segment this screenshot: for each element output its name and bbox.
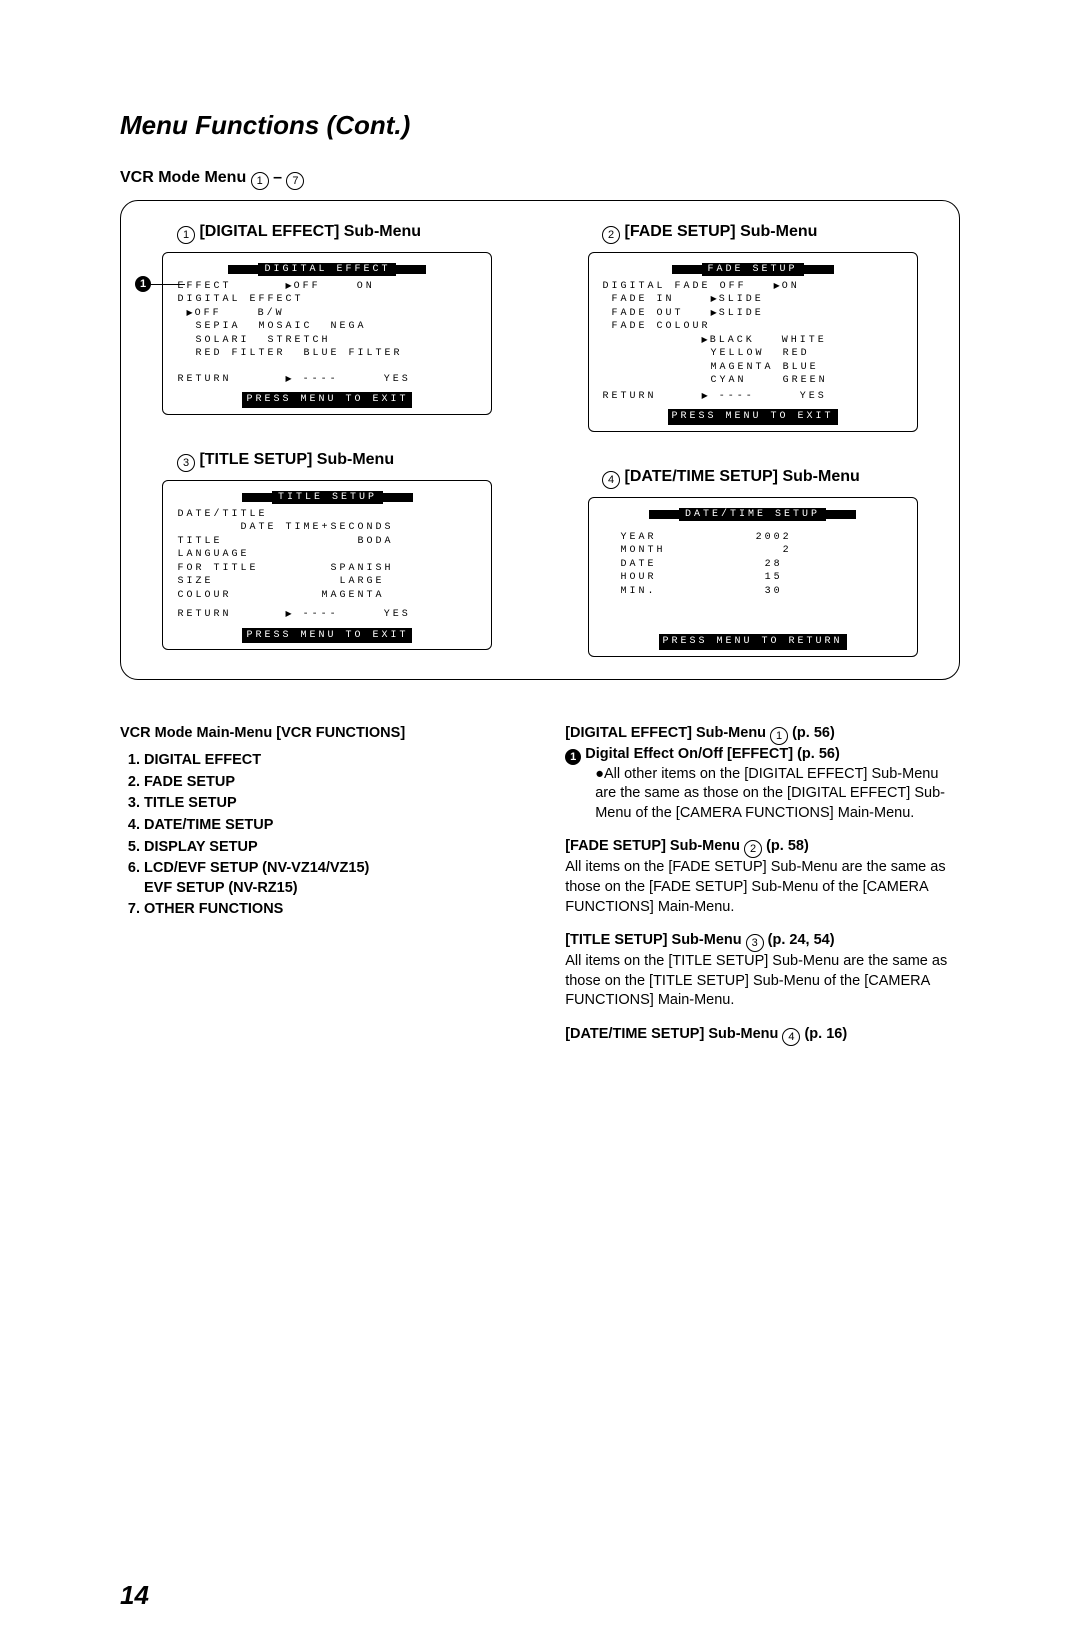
circ-7-icon: 7 — [286, 172, 304, 190]
main-menu-list: DIGITAL EFFECT FADE SETUP TITLE SETUP DA… — [120, 751, 515, 920]
circ-2-icon: 2 — [602, 226, 620, 244]
circ-3-icon: 3 — [746, 934, 764, 952]
circ-4-icon: 4 — [782, 1028, 800, 1046]
page-title: Menu Functions (Cont.) — [120, 110, 960, 141]
submenu-panel: 1 [DIGITAL EFFECT] Sub-Menu 1 DIGITAL EF… — [120, 200, 960, 680]
list-item: DATE/TIME SETUP — [144, 816, 515, 836]
list-item: TITLE SETUP — [144, 794, 515, 814]
vcr-mode-heading: VCR Mode Menu 1 – 7 — [120, 169, 960, 190]
submenu-title-2: [FADE SETUP] Sub-Menu — [625, 223, 818, 240]
circ-1-icon: 1 — [770, 727, 788, 745]
datetime-setup-block: 4 [DATE/TIME SETUP] Sub-Menu DATE/TIME S… — [564, 468, 941, 657]
list-item: OTHER FUNCTIONS — [144, 900, 515, 920]
datetime-heading: [DATE/TIME SETUP] Sub-Menu — [565, 1026, 778, 1042]
page-number: 14 — [120, 1580, 960, 1611]
ball-1-icon: 1 — [135, 276, 151, 292]
list-item: DIGITAL EFFECT — [144, 751, 515, 771]
circ-1-icon: 1 — [251, 172, 269, 190]
submenu-title-4: [DATE/TIME SETUP] Sub-Menu — [625, 468, 860, 485]
de-heading: [DIGITAL EFFECT] Sub-Menu — [565, 725, 766, 741]
screen-datetime-setup: DATE/TIME SETUP YEAR 2002 MONTH 2 DATE 2… — [588, 497, 918, 657]
right-text-column: [DIGITAL EFFECT] Sub-Menu 1 (p. 56) 1 Di… — [565, 724, 960, 1060]
de-item: Digital Effect On/Off [EFFECT] (p. 56) — [585, 746, 840, 762]
screen-fade-setup: FADE SETUP DIGITAL FADE OFF ON FADE IN S… — [588, 252, 918, 432]
fade-heading: [FADE SETUP] Sub-Menu — [565, 838, 740, 854]
circ-1-icon: 1 — [177, 226, 195, 244]
fade-text: All items on the [FADE SETUP] Sub-Menu a… — [565, 859, 945, 914]
main-menu-heading: VCR Mode Main-Menu [VCR FUNCTIONS] — [120, 724, 515, 744]
left-text-column: VCR Mode Main-Menu [VCR FUNCTIONS] DIGIT… — [120, 724, 515, 1060]
digital-effect-block: 1 [DIGITAL EFFECT] Sub-Menu 1 DIGITAL EF… — [139, 223, 516, 415]
list-item: LCD/EVF SETUP (NV-VZ14/VZ15)EVF SETUP (N… — [144, 859, 515, 898]
circ-3-icon: 3 — [177, 454, 195, 472]
title-setup-block: 3 [TITLE SETUP] Sub-Menu TITLE SETUP DAT… — [139, 451, 516, 650]
title-text: All items on the [TITLE SETUP] Sub-Menu … — [565, 953, 947, 1008]
submenu-title-3: [TITLE SETUP] Sub-Menu — [199, 451, 394, 468]
ball-1-icon: 1 — [565, 749, 581, 765]
fade-setup-block: 2 [FADE SETUP] Sub-Menu FADE SETUP DIGIT… — [564, 223, 941, 432]
circ-4-icon: 4 — [602, 471, 620, 489]
de-text: ●All other items on the [DIGITAL EFFECT]… — [565, 765, 960, 824]
list-item: FADE SETUP — [144, 773, 515, 793]
title-heading: [TITLE SETUP] Sub-Menu — [565, 932, 741, 948]
screen-digital-effect: DIGITAL EFFECT EFFECT OFF ON DIGITAL EFF… — [162, 252, 492, 415]
screen-title-setup: TITLE SETUP DATE/TITLE DATE TIME+SECONDS… — [162, 480, 492, 650]
circ-2-icon: 2 — [744, 840, 762, 858]
list-item: DISPLAY SETUP — [144, 838, 515, 858]
submenu-title-1: [DIGITAL EFFECT] Sub-Menu — [199, 223, 421, 240]
